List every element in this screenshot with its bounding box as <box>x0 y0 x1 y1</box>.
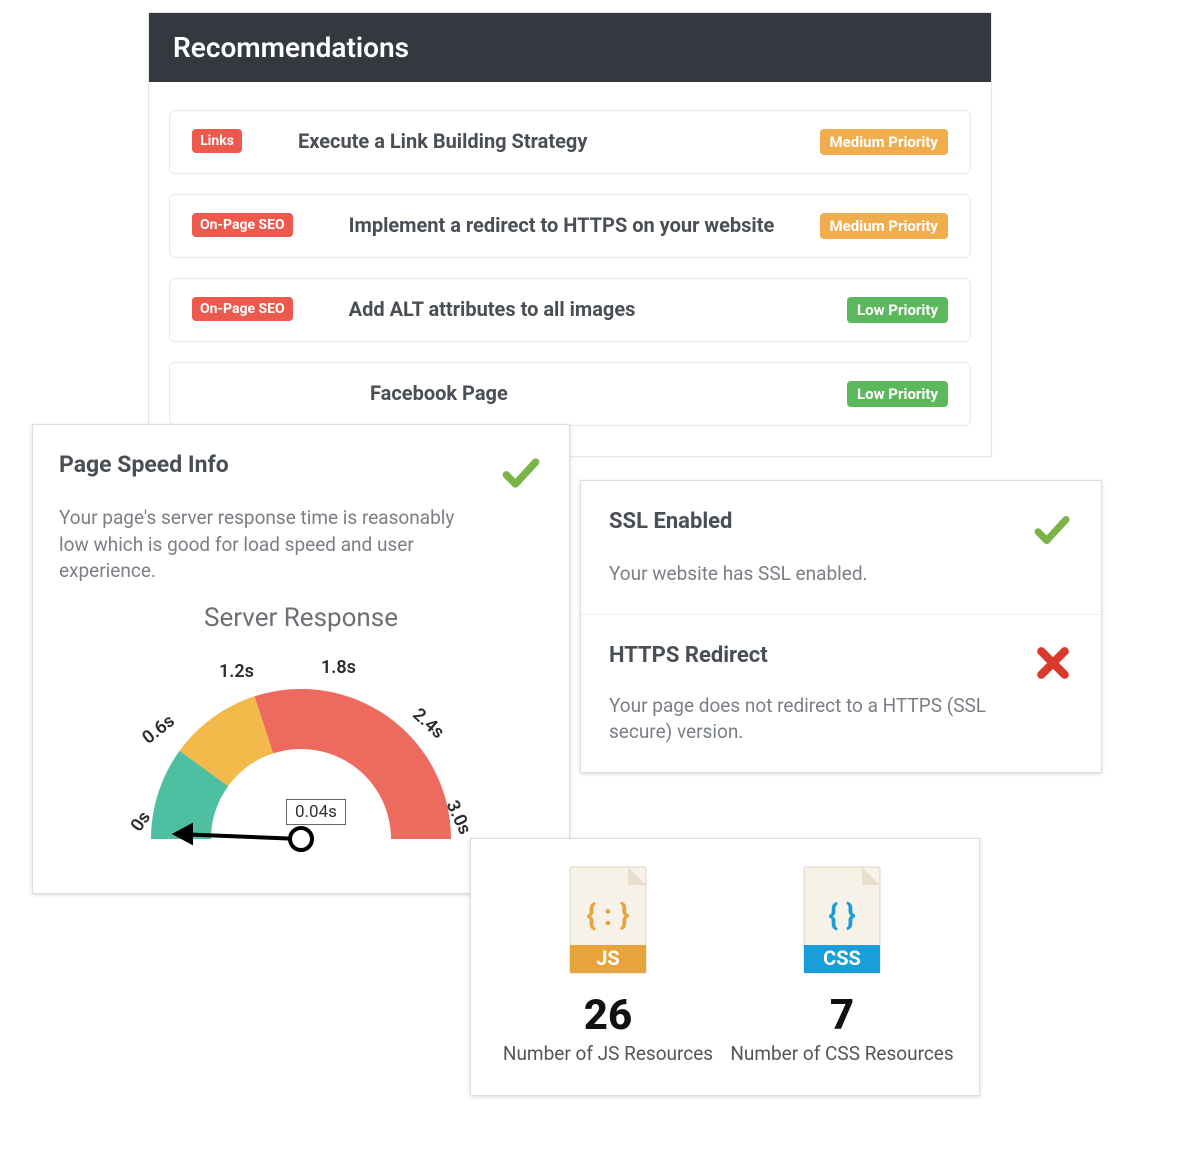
server-response-gauge: Server Response 0s 0.6s 1.2s <box>59 603 543 869</box>
checkmark-icon <box>1031 509 1073 551</box>
css-file-icon: { } CSS <box>725 865 959 979</box>
css-label: Number of CSS Resources <box>725 1042 959 1067</box>
recommendation-title: Execute a Link Building Strategy <box>258 129 804 153</box>
cross-icon <box>1033 643 1073 683</box>
js-count: 26 <box>491 991 725 1040</box>
js-label: Number of JS Resources <box>491 1042 725 1067</box>
checkmark-icon <box>499 451 543 495</box>
priority-badge: Low Priority <box>847 297 948 323</box>
priority-badge: Medium Priority <box>820 129 948 155</box>
recommendation-row[interactable]: Facebook Page Low Priority <box>169 362 971 426</box>
js-file-icon: { : } JS <box>491 865 725 979</box>
css-resources: { } CSS 7 Number of CSS Resources <box>725 865 959 1067</box>
recommendation-title: Implement a redirect to HTTPS on your we… <box>309 213 804 237</box>
svg-text:CSS: CSS <box>823 946 861 970</box>
https-redirect-description: Your page does not redirect to a HTTPS (… <box>609 693 1009 746</box>
ssl-card: SSL Enabled Your website has SSL enabled… <box>580 480 1102 773</box>
gauge-tick: 1.8s <box>321 657 356 678</box>
page-speed-title: Page Speed Info <box>59 451 229 478</box>
page-speed-card: Page Speed Info Your page's server respo… <box>32 424 570 894</box>
js-badge-text: JS <box>596 946 620 970</box>
https-redirect-title: HTTPS Redirect <box>609 643 768 668</box>
gauge-tick: 1.2s <box>219 661 254 682</box>
recommendation-row[interactable]: Links Execute a Link Building Strategy M… <box>169 110 971 174</box>
recommendation-category-badge: Links <box>192 129 242 153</box>
recommendations-panel: Recommendations Links Execute a Link Bui… <box>148 12 992 457</box>
css-count: 7 <box>725 991 959 1040</box>
ssl-enabled-description: Your website has SSL enabled. <box>609 561 1009 588</box>
recommendation-row[interactable]: On-Page SEO Add ALT attributes to all im… <box>169 278 971 342</box>
recommendation-row[interactable]: On-Page SEO Implement a redirect to HTTP… <box>169 194 971 258</box>
priority-badge: Medium Priority <box>820 213 948 239</box>
recommendations-list: Links Execute a Link Building Strategy M… <box>149 82 991 456</box>
gauge-value: 0.04s <box>286 799 346 825</box>
svg-text:{ : }: { : } <box>586 898 629 933</box>
ssl-enabled-section: SSL Enabled Your website has SSL enabled… <box>581 481 1101 614</box>
ssl-enabled-title: SSL Enabled <box>609 509 732 534</box>
gauge-title: Server Response <box>59 603 543 633</box>
priority-badge: Low Priority <box>847 381 948 407</box>
recommendations-header: Recommendations <box>149 13 991 82</box>
resources-card: { : } JS 26 Number of JS Resources { } C… <box>470 838 980 1096</box>
recommendation-title: Add ALT attributes to all images <box>309 297 831 321</box>
js-resources: { : } JS 26 Number of JS Resources <box>491 865 725 1067</box>
svg-text:{ }: { } <box>828 898 855 933</box>
https-redirect-section: HTTPS Redirect Your page does not redire… <box>581 614 1101 772</box>
recommendation-category-badge: On-Page SEO <box>192 297 293 321</box>
recommendation-title: Facebook Page <box>370 381 831 405</box>
recommendation-category-badge: On-Page SEO <box>192 213 293 237</box>
page-speed-description: Your page's server response time is reas… <box>59 505 479 585</box>
